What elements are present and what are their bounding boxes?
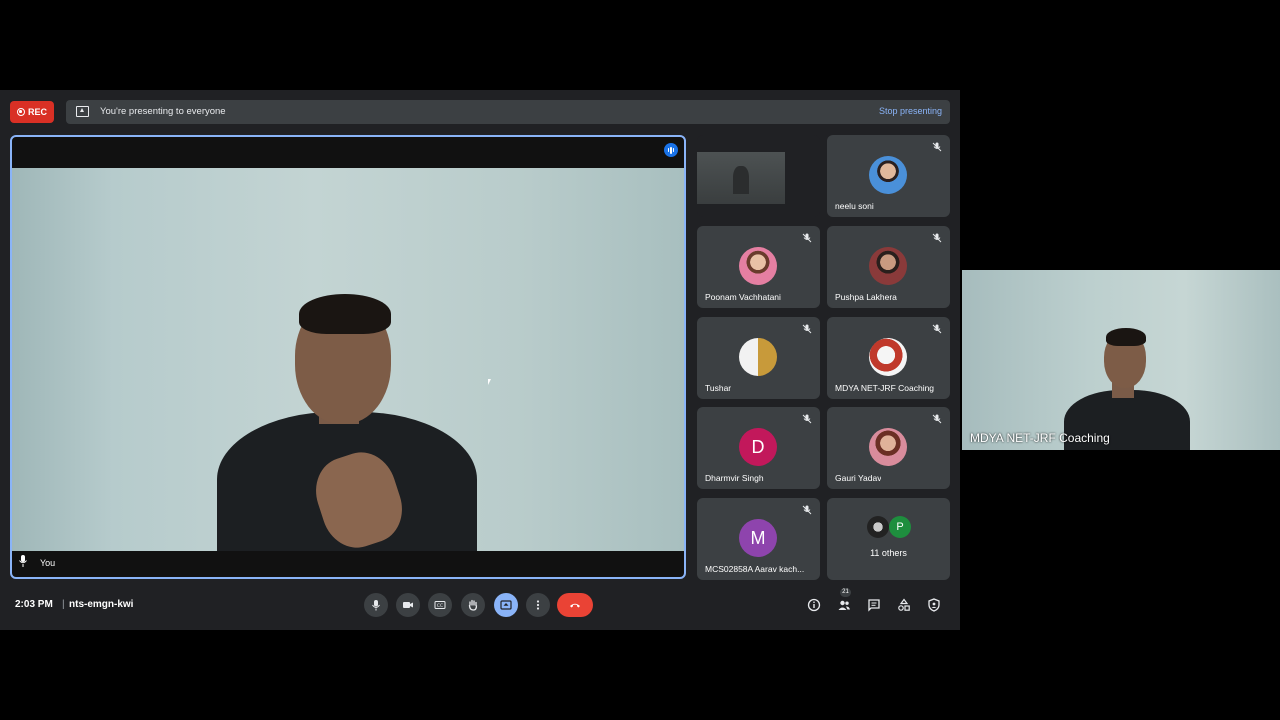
end-call-icon [570, 603, 580, 608]
others-count-label: 11 others [870, 548, 907, 558]
presenting-text: You're presenting to everyone [100, 106, 226, 117]
avatar [869, 338, 907, 376]
speaking-indicator-icon [664, 143, 678, 157]
camera-button[interactable] [396, 593, 420, 617]
avatar [739, 247, 777, 285]
avatar [869, 247, 907, 285]
participant-tile[interactable]: neelu soni [827, 135, 950, 217]
meeting-time: 2:03 PM [15, 599, 53, 610]
avatar: M [739, 519, 777, 557]
svg-text:CC: CC [437, 603, 443, 609]
present-icon [500, 600, 512, 610]
chat-icon [868, 599, 880, 612]
captions-icon: CC [434, 601, 446, 609]
avatar-letter: D [751, 436, 765, 457]
self-view-video: MDYA NET-JRF Coaching [962, 270, 1280, 450]
presenting-banner: You're presenting to everyone Stop prese… [66, 100, 950, 124]
stop-presenting-button[interactable]: Stop presenting [879, 106, 942, 116]
avatar-letter: M [750, 527, 766, 548]
raise-hand-icon [468, 599, 478, 611]
participant-name: Tushar [705, 383, 732, 393]
muted-mic-icon [932, 414, 942, 424]
tile-name-label: You [40, 558, 56, 568]
end-call-button[interactable] [557, 593, 593, 617]
mic-button[interactable] [364, 593, 388, 617]
recording-badge: REC [10, 101, 54, 123]
host-controls-icon [928, 598, 940, 612]
participant-tile[interactable]: Tushar [697, 317, 820, 399]
muted-mic-icon [802, 233, 812, 243]
avatar: D [739, 428, 777, 466]
host-controls-button[interactable] [926, 597, 942, 613]
info-icon [807, 598, 821, 612]
participant-name: Gauri Yadav [835, 473, 882, 483]
muted-mic-icon [932, 142, 942, 152]
avatar-letter: P [896, 521, 904, 533]
muted-mic-icon [932, 233, 942, 243]
activities-icon [898, 598, 910, 611]
separator: | [62, 599, 65, 610]
participant-tile[interactable]: Gauri Yadav [827, 407, 950, 489]
more-icon [536, 600, 540, 610]
presenter-video [12, 168, 684, 551]
participant-video-tile[interactable] [697, 135, 820, 217]
captions-button[interactable]: CC [428, 593, 452, 617]
participant-tile[interactable]: MDYA NET-JRF Coaching [827, 317, 950, 399]
present-now-button[interactable] [494, 593, 518, 617]
activities-button[interactable] [896, 597, 912, 613]
participant-name: MDYA NET-JRF Coaching [835, 383, 935, 393]
participant-tile[interactable]: M MCS02858A Aarav kach... [697, 498, 820, 580]
people-button[interactable] [836, 597, 852, 613]
avatar [869, 156, 907, 194]
people-count-badge: 21 [840, 588, 851, 597]
avatar [869, 428, 907, 466]
mic-icon [372, 600, 380, 611]
participant-name: neelu soni [835, 201, 874, 211]
muted-mic-icon [932, 324, 942, 334]
participant-video-thumbnail [697, 152, 785, 204]
participant-name: Poonam Vachhatani [705, 292, 781, 302]
participant-name: MCS02858A Aarav kach... [705, 564, 805, 574]
other-participants-tile[interactable]: P 11 others [827, 498, 950, 580]
participant-name: Pushpa Lakhera [835, 292, 897, 302]
mouse-cursor [488, 379, 491, 385]
avatar [739, 338, 777, 376]
chat-button[interactable] [866, 597, 882, 613]
muted-mic-icon [802, 324, 812, 334]
muted-mic-icon [19, 555, 27, 567]
meeting-details-button[interactable] [806, 597, 822, 613]
meeting-code: nts-emgn-kwi [69, 599, 134, 610]
muted-mic-icon [802, 414, 812, 424]
self-view-label: MDYA NET-JRF Coaching [970, 431, 1110, 445]
people-icon [838, 600, 850, 610]
rec-label: REC [27, 107, 47, 117]
avatar [867, 516, 889, 538]
main-presenter-tile[interactable]: You [10, 135, 686, 579]
participant-tile[interactable]: Poonam Vachhatani [697, 226, 820, 308]
present-screen-icon [76, 106, 89, 117]
participant-tile[interactable]: D Dharmvir Singh [697, 407, 820, 489]
presenter-figure [207, 294, 477, 551]
muted-mic-icon [802, 505, 812, 515]
more-options-button[interactable] [526, 593, 550, 617]
record-icon [16, 108, 25, 116]
raise-hand-button[interactable] [461, 593, 485, 617]
participant-tile[interactable]: Pushpa Lakhera [827, 226, 950, 308]
participant-name: Dharmvir Singh [705, 473, 764, 483]
meet-window: REC You're presenting to everyone Stop p… [0, 90, 960, 630]
avatar: P [889, 516, 911, 538]
camera-icon [403, 602, 413, 608]
